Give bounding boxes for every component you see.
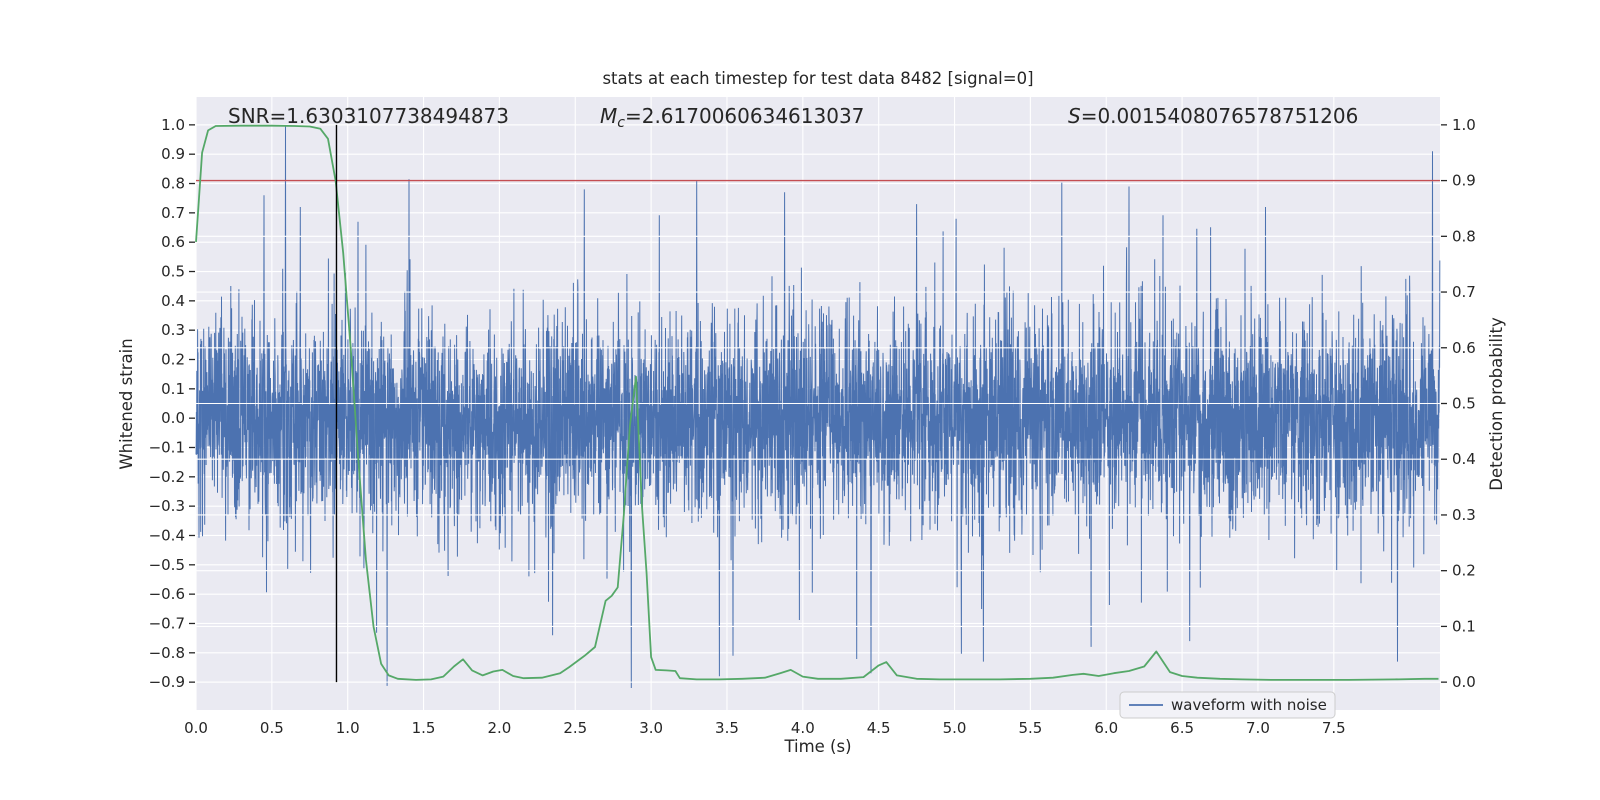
left-tick-label: 1.0: [161, 116, 185, 134]
x-tick-label: 0.0: [184, 719, 208, 737]
x-tick-label: 2.5: [563, 719, 587, 737]
right-tick-label: 0.5: [1452, 395, 1476, 413]
x-tick-label: 4.5: [867, 719, 891, 737]
x-tick-label: 1.0: [336, 719, 360, 737]
right-tick-label: 0.2: [1452, 562, 1476, 580]
left-tick-label: −0.8: [149, 644, 185, 662]
chart-title: stats at each timestep for test data 848…: [602, 69, 1033, 88]
x-tick-label: 7.0: [1246, 719, 1270, 737]
left-tick-label: −0.5: [149, 556, 185, 574]
right-tick-label: 0.9: [1452, 172, 1476, 190]
left-tick-label: −0.7: [149, 614, 185, 632]
right-tick-label: 0.7: [1452, 283, 1476, 301]
annotation-significance: S=0.0015408076578751206: [1068, 104, 1358, 128]
x-tick-label: 4.0: [791, 719, 815, 737]
left-tick-label: 0.6: [161, 233, 185, 251]
left-tick-label: −0.9: [149, 673, 185, 691]
right-tick-label: 0.0: [1452, 673, 1476, 691]
significance-value: =0.0015408076578751206: [1081, 104, 1359, 128]
left-tick-label: 0.8: [161, 175, 185, 193]
right-tick-label: 1.0: [1452, 116, 1476, 134]
x-tick-label: 3.5: [715, 719, 739, 737]
chirp-mass-symbol: M: [600, 104, 617, 128]
x-tick-label: 1.5: [412, 719, 436, 737]
left-tick-label: 0.3: [161, 321, 185, 339]
x-tick-label: 5.0: [943, 719, 967, 737]
right-tick-label: 0.3: [1452, 506, 1476, 524]
left-tick-label: 0.1: [161, 380, 185, 398]
right-y-axis-label: Detection probability: [1487, 317, 1506, 491]
left-tick-label: −0.3: [149, 497, 185, 515]
left-tick-label: −0.1: [149, 438, 185, 456]
x-tick-label: 7.5: [1322, 719, 1346, 737]
left-tick-label: 0.2: [161, 351, 185, 369]
x-tick-label: 5.5: [1018, 719, 1042, 737]
annotation-chirp-mass: Mc=2.6170060634613037: [600, 104, 864, 131]
right-tick-label: 0.4: [1452, 450, 1476, 468]
left-y-axis-label: Whitened strain: [117, 338, 136, 469]
x-tick-label: 6.5: [1170, 719, 1194, 737]
x-tick-label: 0.5: [260, 719, 284, 737]
annotation-snr: SNR=1.6303107738494873: [228, 104, 509, 128]
significance-symbol: S: [1068, 104, 1081, 128]
left-tick-label: 0.5: [161, 263, 185, 281]
right-tick-label: 0.6: [1452, 339, 1476, 357]
x-tick-label: 2.0: [487, 719, 511, 737]
left-tick-label: 0.4: [161, 292, 185, 310]
left-tick-label: 0.9: [161, 145, 185, 163]
left-tick-label: 0.7: [161, 204, 185, 222]
left-tick-label: −0.4: [149, 526, 185, 544]
left-tick-label: 0.0: [161, 409, 185, 427]
legend-label: waveform with noise: [1171, 696, 1327, 714]
x-axis-label: Time (s): [783, 737, 851, 756]
chart-canvas: 1.0 0.9 0.8 0.7 0.6 0.5 0.4 0.3 0.2 0.1 0.0 −0.1 −0.…: [117, 69, 1506, 756]
right-tick-label: 0.8: [1452, 227, 1476, 245]
legend: waveform with noise: [1119, 691, 1336, 719]
chirp-mass-value: =2.6170060634613037: [625, 104, 864, 128]
right-tick-label: 0.1: [1452, 617, 1476, 635]
left-tick-label: −0.2: [149, 468, 185, 486]
x-tick-label: 6.0: [1094, 719, 1118, 737]
figure: 1.0 0.9 0.8 0.7 0.6 0.5 0.4 0.3 0.2 0.1 0.0 −0.1 −0.…: [0, 0, 1600, 800]
x-tick-label: 3.0: [639, 719, 663, 737]
left-tick-label: −0.6: [149, 585, 185, 603]
